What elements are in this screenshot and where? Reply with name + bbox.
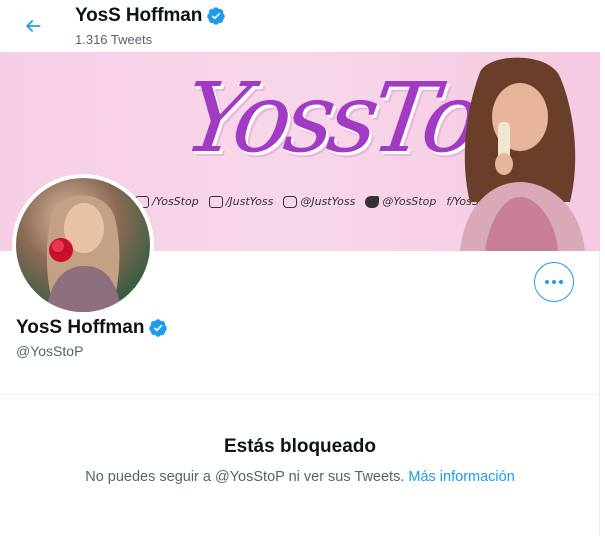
profile-name-row: YosS Hoffman xyxy=(16,317,168,339)
avatar-image xyxy=(16,178,150,312)
section-divider xyxy=(0,394,600,395)
twitter-icon xyxy=(365,195,380,208)
profile-handle: @YosStoP xyxy=(16,343,84,359)
more-info-link[interactable]: Más información xyxy=(408,469,514,485)
profile-name: YosS Hoffman xyxy=(16,317,145,338)
youtube-icon xyxy=(208,195,223,208)
instagram-icon xyxy=(283,195,298,208)
more-dot-icon xyxy=(545,280,549,284)
banner-social-instagram: @JustYoss xyxy=(283,195,355,208)
verified-badge-icon xyxy=(149,319,168,337)
blocked-title: Estás bloqueado xyxy=(223,436,377,457)
tweet-count: 1.316 Tweets xyxy=(75,32,153,47)
blocked-message: No puedes seguir a @YosStoP ni ver sus T… xyxy=(0,469,600,485)
verified-badge-icon xyxy=(207,7,225,25)
avatar-photo xyxy=(46,195,122,312)
profile-header: YosS Hoffman 1.316 Tweets xyxy=(0,0,600,52)
banner-photo xyxy=(460,57,585,251)
header-title: YosS Hoffman xyxy=(75,5,226,27)
banner-social-youtube-2: /JustYoss xyxy=(208,195,273,208)
more-dot-icon xyxy=(559,280,563,284)
banner-social-twitter: @YosStop xyxy=(365,195,436,208)
back-button[interactable] xyxy=(16,9,50,43)
arrow-left-icon xyxy=(26,20,41,32)
more-dot-icon xyxy=(552,280,556,284)
header-name: YosS Hoffman xyxy=(75,5,203,26)
profile-avatar[interactable] xyxy=(12,174,154,316)
profile-page: YosS Hoffman 1.316 Tweets YossTop /YosSt… xyxy=(0,0,600,536)
banner-social-youtube: /YosStop xyxy=(135,195,199,208)
blocked-message-text: No puedes seguir a @YosStoP ni ver sus T… xyxy=(85,469,409,485)
more-options-button[interactable] xyxy=(534,262,574,302)
